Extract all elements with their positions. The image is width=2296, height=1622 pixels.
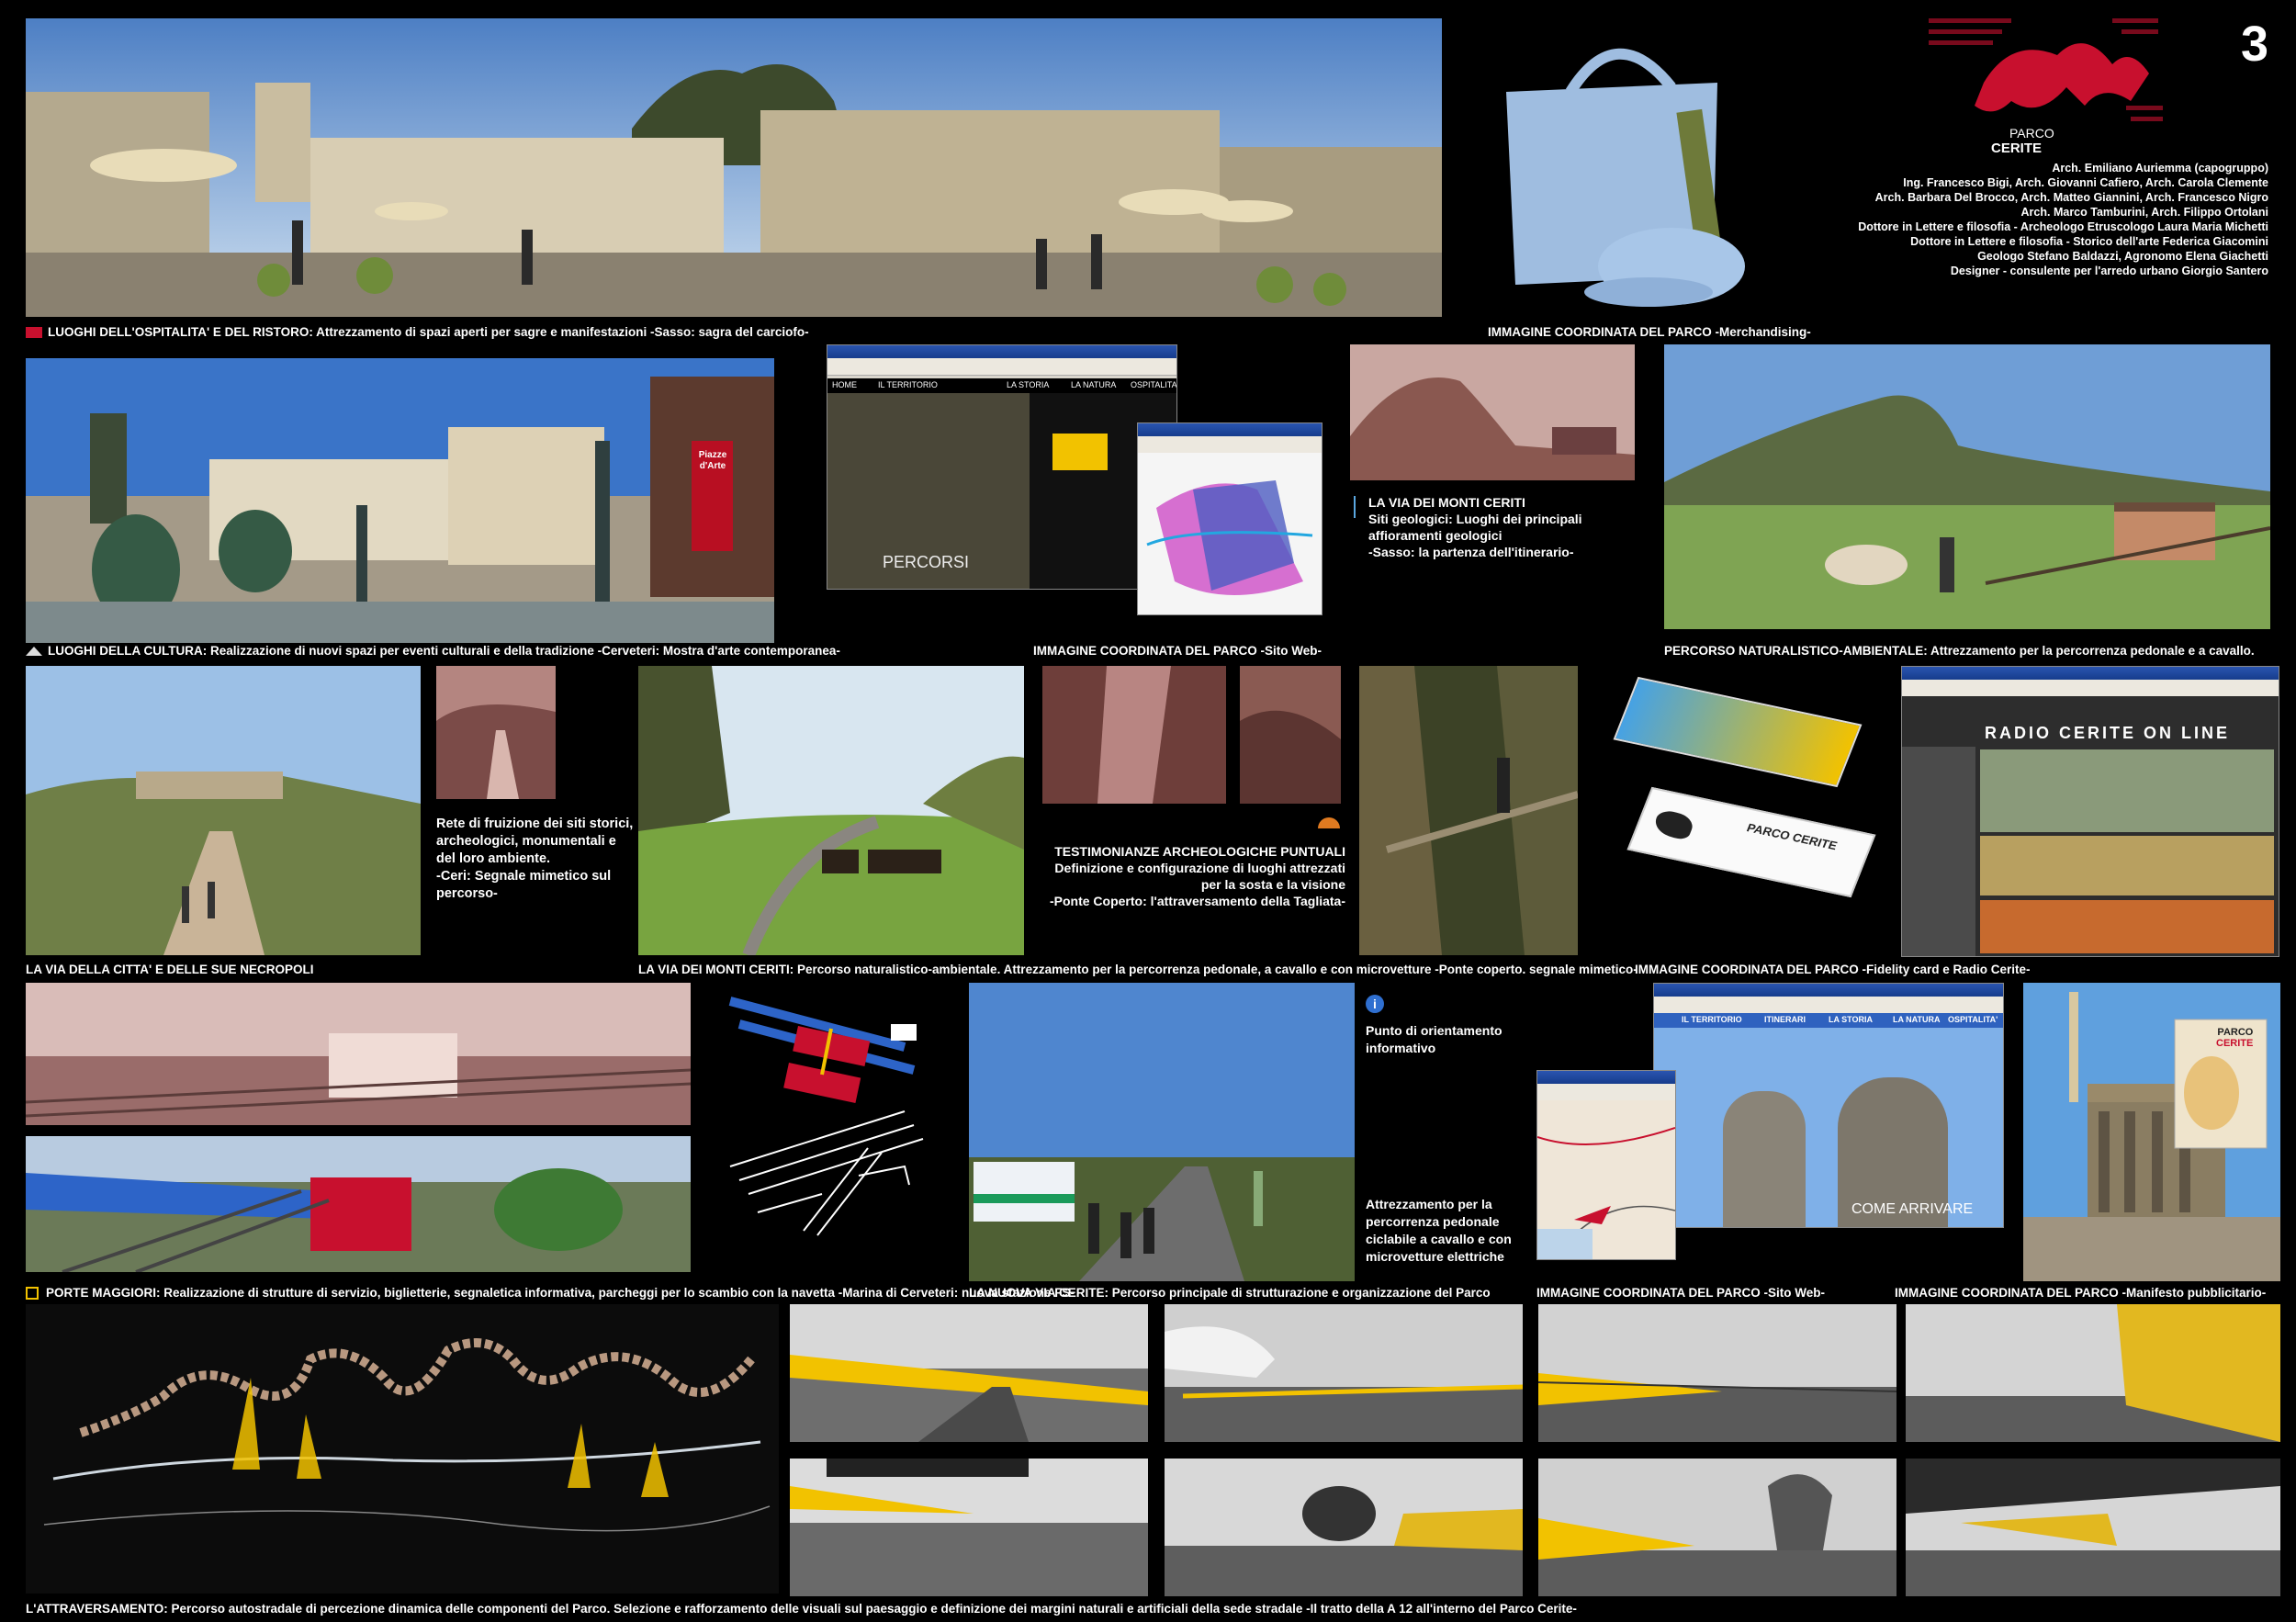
caption-cultura: LUOGHI DELLA CULTURA: Realizzazione di n… xyxy=(26,643,840,659)
parco-cerite-logo: PARCO CERITE xyxy=(1929,18,2167,156)
photo-percorso-naturalistico xyxy=(1664,344,2270,629)
caption-via-monti-ceriti: LA VIA DEI MONTI CERITI: Percorso natura… xyxy=(638,963,1638,976)
highway-photo-4 xyxy=(1906,1304,2280,1442)
photo-ceri-segnale xyxy=(436,666,556,799)
photo-stazione-project xyxy=(26,1136,691,1272)
highway-photo-2 xyxy=(1165,1304,1523,1442)
caption-sito-web-2: IMMAGINE COORDINATA DEL PARCO -Sito Web- xyxy=(1536,1286,1825,1300)
marker-icon xyxy=(1354,496,1356,518)
caption-fidelity-radio: IMMAGINE COORDINATA DEL PARCO -Fidelity … xyxy=(1635,963,2031,976)
text-via-monti-ceriti: LA VIA DEI MONTI CERITI Siti geologici: … xyxy=(1354,494,1582,560)
credit-line: Dottore in Lettere e filosofia - Storico… xyxy=(1910,235,2268,248)
credit-line: Arch. Marco Tamburini, Arch. Filippo Ort… xyxy=(2020,206,2268,219)
mountain-icon xyxy=(26,647,42,657)
caption-merchandising: IMMAGINE COORDINATA DEL PARCO -Merchandi… xyxy=(1488,325,1811,339)
highway-photo-3 xyxy=(1538,1304,1896,1442)
photo-stazione-existing xyxy=(26,983,691,1125)
fidelity-card-2: PARCO CERITE xyxy=(1626,786,1876,898)
flag-icon xyxy=(26,327,42,339)
credit-line: Arch. Emiliano Auriemma (capogruppo) xyxy=(2052,162,2268,175)
highway-photo-5 xyxy=(790,1459,1148,1596)
photo-via-citta xyxy=(26,666,421,955)
info-icon: i xyxy=(1366,995,1384,1013)
map-a12-tracciato xyxy=(26,1304,779,1594)
text-attrezzamento: Attrezzamento per la percorrenza pedonal… xyxy=(1366,1197,1512,1264)
caption-manifesto: IMMAGINE COORDINATA DEL PARCO -Manifesto… xyxy=(1895,1286,2267,1300)
card-brand: PARCO CERITE xyxy=(1744,820,1840,853)
logo-subtitle: CERITE xyxy=(1991,141,2043,156)
caption-attraversamento: L'ATTRAVERSAMENTO: Percorso autostradale… xyxy=(26,1602,1577,1616)
caption-sito-web-1: IMMAGINE COORDINATA DEL PARCO -Sito Web- xyxy=(1033,644,1322,658)
website-screenshot-map xyxy=(1137,422,1322,615)
caption-percorso-naturalistico: PERCORSO NATURALISTICO-AMBIENTALE: Attre… xyxy=(1664,644,2255,658)
fidelity-card-1 xyxy=(1613,676,1863,788)
photo-sasso-sagra xyxy=(26,18,1442,317)
logo-title: PARCO xyxy=(2009,126,2054,141)
photo-ponte-coperto-1 xyxy=(1042,666,1226,804)
poster-brand: PARCO CERITE xyxy=(2216,1027,2254,1049)
percorsi-label: PERCORSI xyxy=(883,553,970,571)
photo-tagliata-hikers xyxy=(1359,666,1578,955)
card-logo-icon xyxy=(1650,808,1697,841)
piazze-arte-banner: Piazze d'Arte xyxy=(698,450,727,471)
credit-line: Ing. Francesco Bigi, Arch. Giovanni Cafi… xyxy=(1903,176,2268,189)
photo-via-monti-ceriti-cavallo xyxy=(638,666,1024,955)
caption-nuova-via-cerite: LA NUOVA VIA CERITE: Percorso principale… xyxy=(969,1286,1491,1300)
website-screenshot-map-2 xyxy=(1536,1070,1676,1260)
highway-photo-8 xyxy=(1906,1459,2280,1596)
caption-ospitalita: LUOGHI DELL'OSPITALITA' E DEL RISTORO: A… xyxy=(26,324,809,340)
website-screenshot-percorsi: HOME IL TERRITORIO LA STORIA LA NATURA O… xyxy=(827,344,1177,590)
photo-nuova-via-cerite xyxy=(969,983,1355,1281)
text-rete-fruizione: Rete di fruizione dei siti storici, arch… xyxy=(436,817,634,901)
square-icon xyxy=(26,1287,39,1301)
credit-line: Designer - consulente per l'arredo urban… xyxy=(1950,265,2268,277)
highway-photo-1 xyxy=(790,1304,1148,1442)
pointer-icon xyxy=(1318,817,1340,828)
page-number: 3 xyxy=(2241,17,2269,72)
credit-line: Dottore in Lettere e filosofia - Archeol… xyxy=(1858,220,2268,233)
caption-via-citta: LA VIA DELLA CITTA' E DELLE SUE NECROPOL… xyxy=(26,963,314,976)
photo-manifesto-pantheon: PARCO CERITE xyxy=(2023,983,2280,1281)
highway-photo-7 xyxy=(1538,1459,1896,1596)
photo-ponte-coperto-2 xyxy=(1240,666,1341,804)
come-arrivare-label: COME ARRIVARE xyxy=(1851,1201,1974,1217)
photo-cerveteri-mostra: Piazze d'Arte xyxy=(26,358,774,643)
radio-title: RADIO CERITE ON LINE xyxy=(1985,724,2231,742)
text-punto-orientamento: Punto di orientamento informativo xyxy=(1366,1023,1503,1055)
credit-line: Geologo Stefano Baldazzi, Agronomo Elena… xyxy=(1977,250,2268,263)
text-testimonianze: TESTIMONIANZE ARCHEOLOGICHE PUNTUALI Def… xyxy=(1049,844,1345,908)
radio-cerite-site: RADIO CERITE ON LINE xyxy=(1901,666,2279,957)
highway-photo-6 xyxy=(1165,1459,1523,1596)
credits-block: Arch. Emiliano Auriemma (capogruppo) Ing… xyxy=(1858,161,2268,278)
credit-line: Arch. Barbara Del Brocco, Arch. Matteo G… xyxy=(1874,191,2268,204)
merchandising-bag-and-cap xyxy=(1488,18,1791,317)
axonometric-diagram xyxy=(721,983,932,1249)
caption-porte-maggiori: PORTE MAGGIORI: Realizzazione di struttu… xyxy=(26,1285,1075,1301)
photo-monti-ceriti-sasso xyxy=(1350,344,1635,480)
website-screenshot-come-arrivare: IL TERRITORIO ITINERARI LA STORIA LA NAT… xyxy=(1653,983,2004,1228)
